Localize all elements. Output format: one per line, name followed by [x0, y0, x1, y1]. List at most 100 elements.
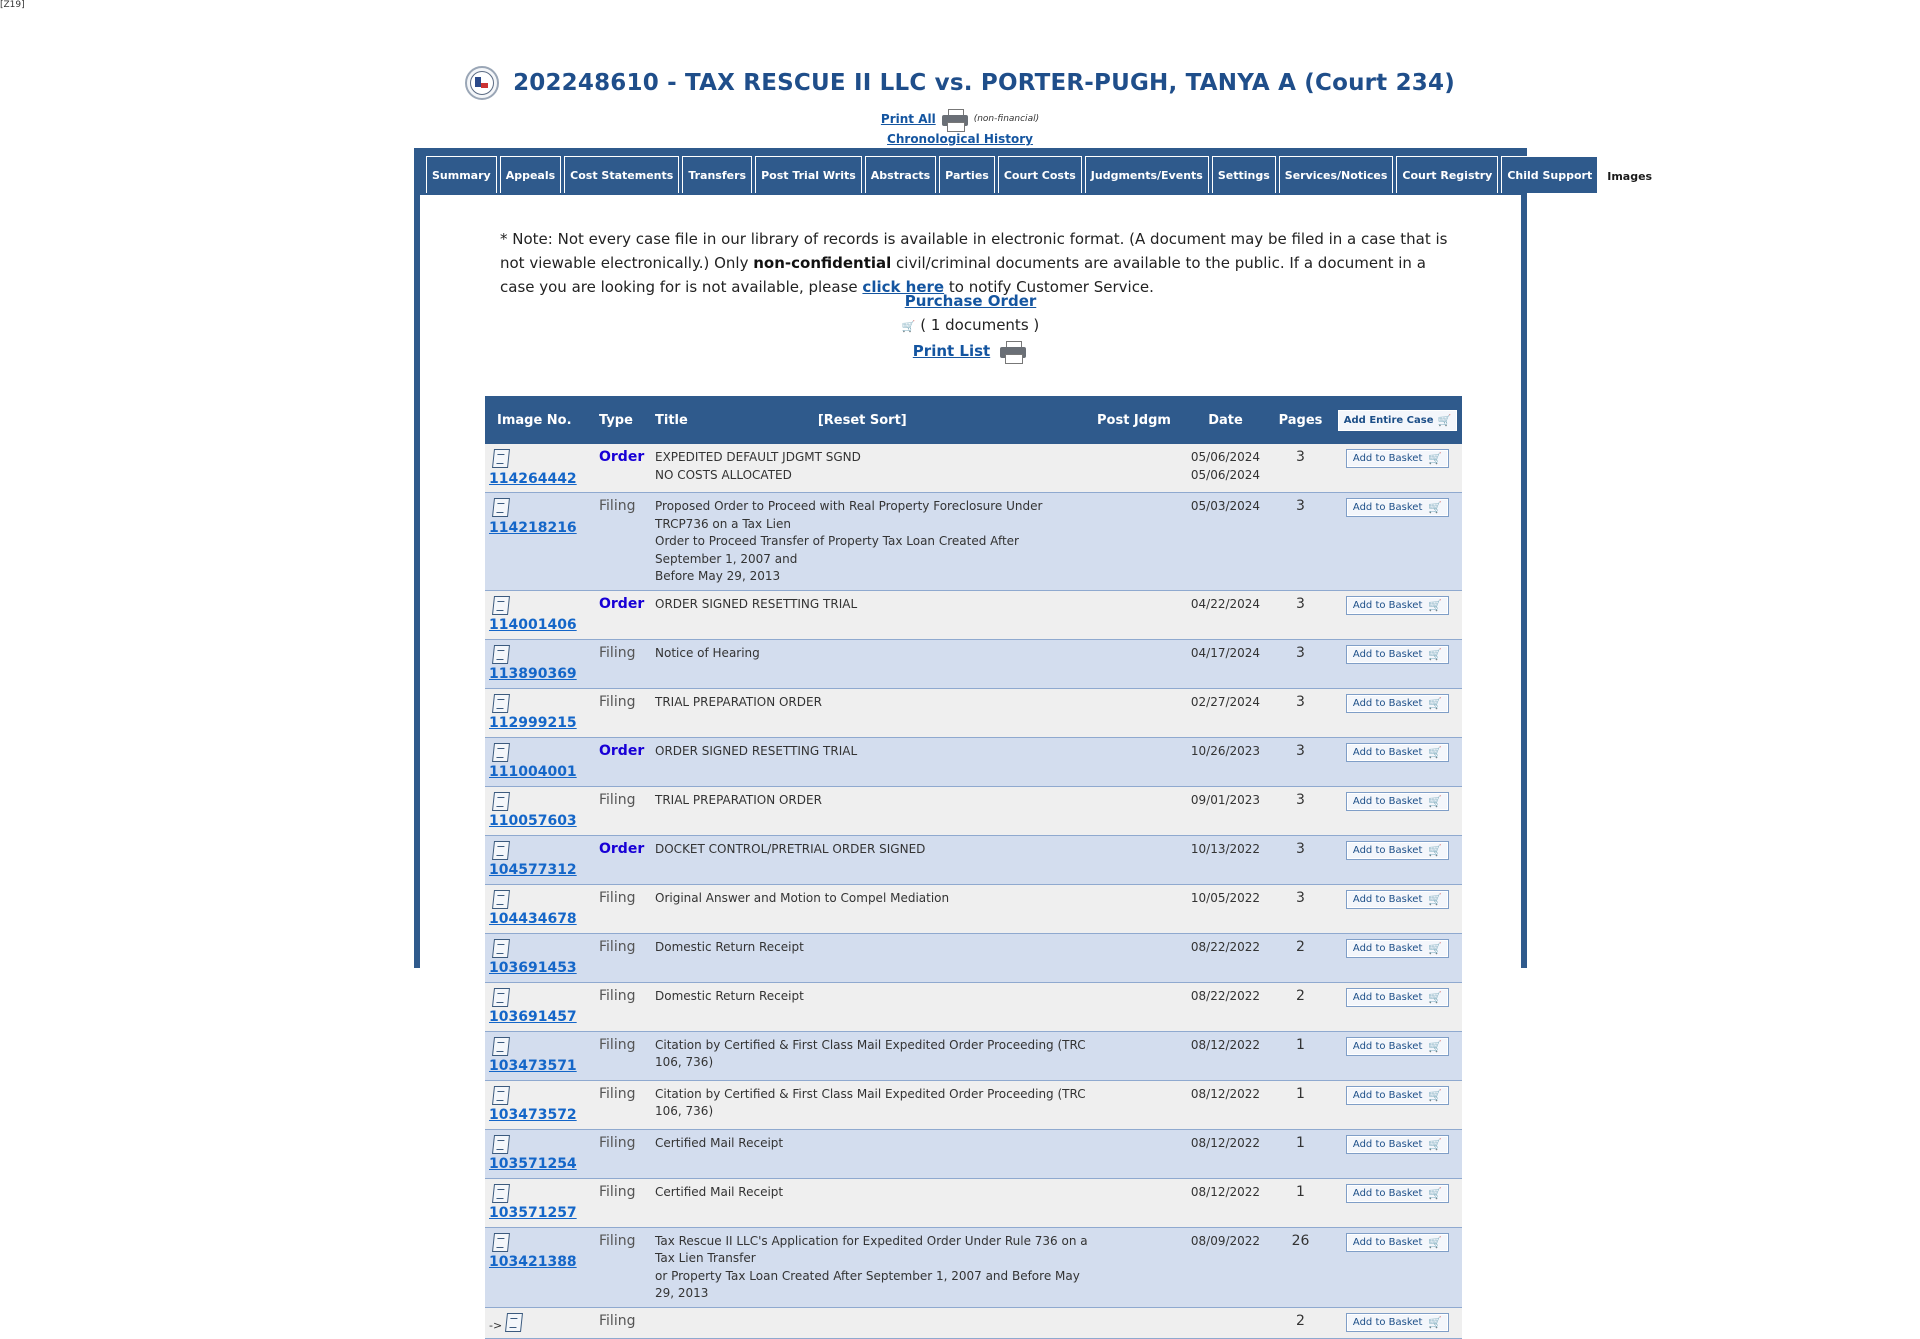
post-jdgm-cell [1093, 737, 1183, 787]
add-to-basket-button[interactable]: Add to Basket 🛒 [1345, 840, 1450, 860]
document-icon[interactable] [492, 644, 510, 664]
type-cell: Filing [595, 688, 651, 738]
tab-images[interactable]: Images [1601, 156, 1659, 196]
table-row: 103473571 Filing Citation by Certified & F… [485, 1031, 1462, 1081]
row-prefix: -> [489, 1318, 503, 1332]
post-jdgm-header[interactable]: Post Jdgm [1093, 396, 1183, 444]
tab-court-registry[interactable]: Court Registry [1396, 156, 1499, 193]
image-number-link[interactable]: 104434678 [489, 911, 577, 927]
document-icon[interactable] [492, 595, 510, 615]
type-header[interactable]: Type [595, 396, 651, 444]
add-to-basket-button[interactable]: Add to Basket 🛒 [1345, 1183, 1450, 1203]
image-number-link[interactable]: 110057603 [489, 813, 577, 829]
pages-header[interactable]: Pages [1268, 396, 1333, 444]
image-number-link[interactable]: 103571254 [489, 1156, 577, 1172]
image-number-link[interactable]: 113890369 [489, 666, 577, 682]
image-number-link[interactable]: 112999215 [489, 715, 577, 731]
table-row: -> Filing 2 Add to Basket 🛒 [485, 1307, 1462, 1339]
add-to-basket-button[interactable]: Add to Basket 🛒 [1345, 1085, 1450, 1105]
image-no-cell: 112999215 [485, 688, 595, 738]
pages-cell: 1 [1268, 1031, 1333, 1081]
document-icon[interactable] [492, 1232, 510, 1252]
image-number-link[interactable]: 103691453 [489, 960, 577, 976]
printer-icon[interactable] [998, 340, 1028, 364]
add-to-basket-button[interactable]: Add to Basket 🛒 [1345, 1134, 1450, 1154]
document-icon[interactable] [492, 791, 510, 811]
document-icon[interactable] [492, 1085, 510, 1105]
document-icon[interactable] [505, 1312, 524, 1332]
cart-icon: 🛒 [1428, 1039, 1443, 1053]
document-icon[interactable] [492, 840, 510, 860]
add-to-basket-button[interactable]: Add to Basket 🛒 [1345, 644, 1450, 664]
reset-sort-link[interactable]: [Reset Sort] [818, 413, 907, 428]
document-icon[interactable] [492, 693, 510, 713]
print-all-link[interactable]: Print All [881, 112, 936, 126]
image-no-header[interactable]: Image No. [485, 396, 595, 444]
document-icon[interactable] [492, 498, 510, 517]
add-entire-case-button[interactable]: Add Entire Case 🛒 [1337, 409, 1458, 431]
title-line: DOCKET CONTROL/PRETRIAL ORDER SIGNED [655, 841, 926, 856]
add-to-basket-button[interactable]: Add to Basket 🛒 [1345, 987, 1450, 1007]
type-label: Filing [599, 498, 636, 514]
tab-parties[interactable]: Parties [939, 156, 995, 193]
image-number-link[interactable]: 114264442 [489, 471, 577, 487]
add-to-basket-button[interactable]: Add to Basket 🛒 [1345, 693, 1450, 713]
add-to-basket-label: Add to Basket [1352, 1040, 1423, 1052]
add-to-basket-button[interactable]: Add to Basket 🛒 [1345, 498, 1450, 518]
add-to-basket-button[interactable]: Add to Basket 🛒 [1345, 889, 1450, 909]
document-icon[interactable] [492, 449, 510, 468]
add-to-basket-button[interactable]: Add to Basket 🛒 [1345, 449, 1450, 469]
purchase-order-link[interactable]: Purchase Order [905, 292, 1037, 310]
image-number-link[interactable]: 103473571 [489, 1058, 577, 1074]
image-number-link[interactable]: 111004001 [489, 764, 577, 780]
image-number-link[interactable]: 103691457 [489, 1009, 577, 1025]
date-header[interactable]: Date [1183, 396, 1268, 444]
title-line: TRIAL PREPARATION ORDER [655, 694, 822, 709]
image-number-link[interactable]: 103571257 [489, 1205, 577, 1221]
image-number-link[interactable]: 104577312 [489, 862, 577, 878]
cart-icon: 🛒 [901, 320, 916, 333]
add-cell: Add to Basket 🛒 [1333, 884, 1462, 934]
tab-post-trial-writs[interactable]: Post Trial Writs [755, 156, 862, 193]
add-to-basket-button[interactable]: Add to Basket 🛒 [1345, 595, 1450, 615]
document-icon[interactable] [492, 742, 510, 762]
print-list-link[interactable]: Print List [913, 342, 990, 360]
add-to-basket-button[interactable]: Add to Basket 🛒 [1345, 1036, 1450, 1056]
tab-appeals[interactable]: Appeals [499, 156, 562, 193]
post-jdgm-cell [1093, 492, 1183, 591]
title-cell: DOCKET CONTROL/PRETRIAL ORDER SIGNED [651, 835, 1093, 885]
tab-cost-statements[interactable]: Cost Statements [564, 156, 680, 193]
tab-abstracts[interactable]: Abstracts [864, 156, 937, 193]
tab-transfers[interactable]: Transfers [682, 156, 753, 193]
printer-icon[interactable] [940, 108, 970, 132]
images-tab-content: * Note: Not every case file in our libra… [420, 195, 1521, 1339]
document-icon[interactable] [492, 1036, 510, 1056]
image-number-link[interactable]: 103421388 [489, 1254, 577, 1270]
add-cell: Add to Basket 🛒 [1333, 737, 1462, 787]
document-icon[interactable] [492, 1134, 510, 1154]
document-icon[interactable] [492, 889, 510, 909]
add-to-basket-button[interactable]: Add to Basket 🛒 [1345, 1232, 1450, 1252]
document-icon[interactable] [492, 987, 510, 1007]
tab-settings[interactable]: Settings [1211, 156, 1276, 193]
add-to-basket-button[interactable]: Add to Basket 🛒 [1345, 938, 1450, 958]
title-sort-header[interactable]: Title [655, 413, 688, 428]
image-number-link[interactable]: 114001406 [489, 617, 577, 633]
document-icon[interactable] [492, 938, 510, 958]
document-icon[interactable] [492, 1183, 510, 1203]
image-number-link[interactable]: 114218216 [489, 520, 577, 536]
add-to-basket-button[interactable]: Add to Basket 🛒 [1345, 742, 1450, 762]
add-cell: Add to Basket 🛒 [1333, 933, 1462, 983]
tab-services-notices[interactable]: Services/Notices [1278, 156, 1394, 193]
add-to-basket-button[interactable]: Add to Basket 🛒 [1345, 791, 1450, 811]
tab-child-support[interactable]: Child Support [1501, 156, 1599, 193]
date-line: 08/09/2022 [1190, 1233, 1261, 1248]
type-label: Order [599, 742, 645, 759]
add-to-basket-button[interactable]: Add to Basket 🛒 [1345, 1312, 1450, 1332]
tab-court-costs[interactable]: Court Costs [997, 156, 1082, 193]
tab-summary[interactable]: Summary [426, 156, 497, 193]
tab-judgments-events[interactable]: Judgments/Events [1084, 156, 1209, 193]
chronological-history-link[interactable]: Chronological History [887, 132, 1033, 146]
cart-icon: 🛒 [1428, 647, 1443, 661]
image-number-link[interactable]: 103473572 [489, 1107, 577, 1123]
